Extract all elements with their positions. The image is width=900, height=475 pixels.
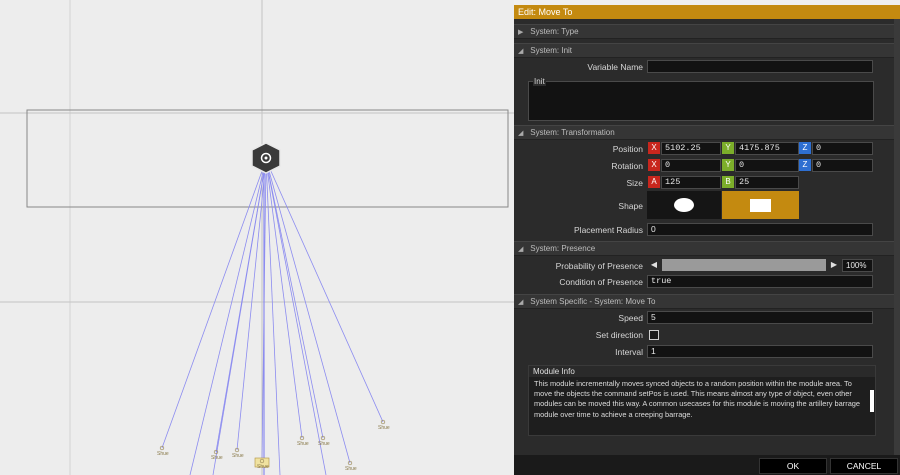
- unit-label: Shue: [257, 464, 269, 470]
- position-label: Position: [612, 144, 643, 154]
- expand-arrow-icon: ▶: [518, 29, 524, 36]
- module-info-text: This module incrementally moves synced o…: [534, 379, 861, 419]
- axis-a-badge: A: [648, 176, 660, 188]
- synced-units[interactable]: Shue Shue Shue Shue Shue Shue Shue Shue: [157, 419, 390, 472]
- speed-label: Speed: [618, 313, 643, 323]
- dialog-title: Edit: Move To: [514, 5, 900, 19]
- rotation-y-input[interactable]: 0: [735, 159, 799, 172]
- size-b-input[interactable]: 25: [735, 176, 799, 189]
- sync-link-line: [265, 159, 303, 439]
- module-hex-icon[interactable]: [251, 142, 281, 174]
- sync-link-line: [265, 159, 324, 439]
- init-textarea[interactable]: Init: [528, 77, 874, 121]
- collapse-arrow-icon: ◢: [518, 130, 524, 137]
- size-a-input[interactable]: 125: [661, 176, 721, 189]
- unit-label: Shue: [318, 441, 330, 447]
- section-presence-header[interactable]: ◢ System: Presence: [514, 241, 894, 256]
- axis-z-badge: Z: [799, 159, 811, 171]
- set-direction-label: Set direction: [595, 330, 643, 340]
- rotation-label: Rotation: [611, 161, 643, 171]
- interval-label: Interval: [615, 347, 643, 357]
- probability-increase-icon[interactable]: ▶: [829, 259, 839, 271]
- unit-label: Shue: [211, 455, 223, 461]
- init-label: Init: [533, 77, 546, 86]
- section-specific-header[interactable]: ◢ System Specific - System: Move To: [514, 294, 894, 309]
- section-transformation-label: System: Transformation: [530, 128, 615, 137]
- section-type-header[interactable]: ▶ System: Type: [514, 24, 894, 39]
- unit-label: Shue: [378, 425, 390, 431]
- unit-label: Shue: [232, 453, 244, 459]
- section-type-label: System: Type: [530, 27, 579, 36]
- placement-radius-label: Placement Radius: [574, 225, 643, 235]
- axis-b-badge: B: [722, 176, 734, 188]
- collapse-arrow-icon: ◢: [518, 299, 524, 306]
- rotation-z-input[interactable]: 0: [812, 159, 873, 172]
- position-x-input[interactable]: 5102.25: [661, 142, 721, 155]
- interval-input[interactable]: 1: [647, 345, 873, 358]
- section-init-label: System: Init: [530, 46, 573, 55]
- map-svg[interactable]: Shue Shue Shue Shue Shue Shue Shue Shue: [0, 0, 514, 475]
- unit-label: Shue: [157, 451, 169, 457]
- section-transformation-header[interactable]: ◢ System: Transformation: [514, 125, 894, 140]
- placement-radius-input[interactable]: 0: [647, 223, 873, 236]
- rotation-x-input[interactable]: 0: [661, 159, 721, 172]
- section-presence-label: System: Presence: [530, 244, 596, 253]
- module-info-scrollbar[interactable]: [870, 390, 874, 412]
- unit-label: Shue: [297, 441, 309, 447]
- sync-link-line: [265, 159, 351, 464]
- position-y-input[interactable]: 4175.875: [735, 142, 799, 155]
- section-init-header[interactable]: ◢ System: Init: [514, 43, 894, 58]
- module-info-box: Module Info This module incrementally mo…: [528, 365, 876, 436]
- set-direction-checkbox[interactable]: [649, 330, 659, 340]
- probability-decrease-icon[interactable]: ◀: [649, 259, 659, 271]
- ok-button[interactable]: OK: [759, 458, 827, 474]
- position-z-input[interactable]: 0: [812, 142, 873, 155]
- shape-rectangle-button[interactable]: [722, 191, 799, 219]
- size-label: Size: [626, 178, 643, 188]
- dialog-footer: OK CANCEL: [514, 455, 900, 475]
- speed-input[interactable]: 5: [647, 311, 873, 324]
- probability-label: Probability of Presence: [555, 261, 643, 271]
- rectangle-icon: [750, 199, 771, 212]
- condition-label: Condition of Presence: [559, 277, 643, 287]
- probability-slider-fill: [662, 259, 826, 271]
- cancel-button[interactable]: CANCEL: [830, 458, 898, 474]
- edit-dialog: Edit: Move To ▶ System: Type ◢ System: I…: [514, 5, 900, 475]
- collapse-arrow-icon: ◢: [518, 48, 524, 55]
- axis-x-badge: X: [648, 159, 660, 171]
- variable-name-label: Variable Name: [587, 62, 643, 72]
- module-info-title: Module Info: [529, 366, 875, 377]
- axis-y-badge: Y: [722, 159, 734, 171]
- sync-link-line: [265, 159, 384, 423]
- axis-y-badge: Y: [722, 142, 734, 154]
- sync-link-line: [161, 159, 267, 449]
- section-specific-label: System Specific - System: Move To: [530, 297, 656, 306]
- axis-z-badge: Z: [799, 142, 811, 154]
- condition-input[interactable]: true: [647, 275, 873, 288]
- scrollbar[interactable]: [894, 19, 900, 455]
- probability-value[interactable]: 100%: [842, 259, 873, 272]
- ellipse-icon: [674, 198, 694, 212]
- editor-canvas[interactable]: Shue Shue Shue Shue Shue Shue Shue Shue: [0, 0, 514, 475]
- unit-label: Shue: [345, 466, 357, 472]
- axis-x-badge: X: [648, 142, 660, 154]
- variable-name-input[interactable]: [647, 60, 873, 73]
- collapse-arrow-icon: ◢: [518, 246, 524, 253]
- shape-label: Shape: [618, 201, 643, 211]
- probability-slider[interactable]: [662, 259, 826, 271]
- shape-ellipse-button[interactable]: [647, 191, 721, 219]
